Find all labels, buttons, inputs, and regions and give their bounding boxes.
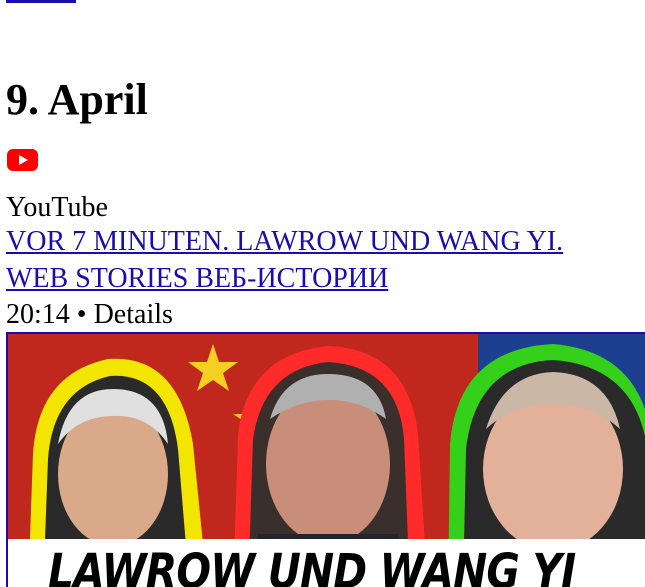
video-meta: 20:14 • Details (6, 299, 173, 330)
top-link-underline[interactable] (6, 0, 76, 3)
youtube-icon (7, 149, 38, 171)
video-tags-link[interactable]: WEB STORIES ВЕБ-ИСТОРИИ (6, 262, 388, 296)
thumbnail-caption: LAWROW UND WANG YI (48, 544, 576, 587)
video-thumbnail[interactable]: LAWROW UND WANG YI (6, 332, 645, 587)
date-heading: 9. April (6, 75, 148, 124)
video-title-link[interactable]: VOR 7 MINUTEN. LAWROW UND WANG YI. (6, 225, 563, 259)
source-name: YouTube (6, 192, 108, 223)
